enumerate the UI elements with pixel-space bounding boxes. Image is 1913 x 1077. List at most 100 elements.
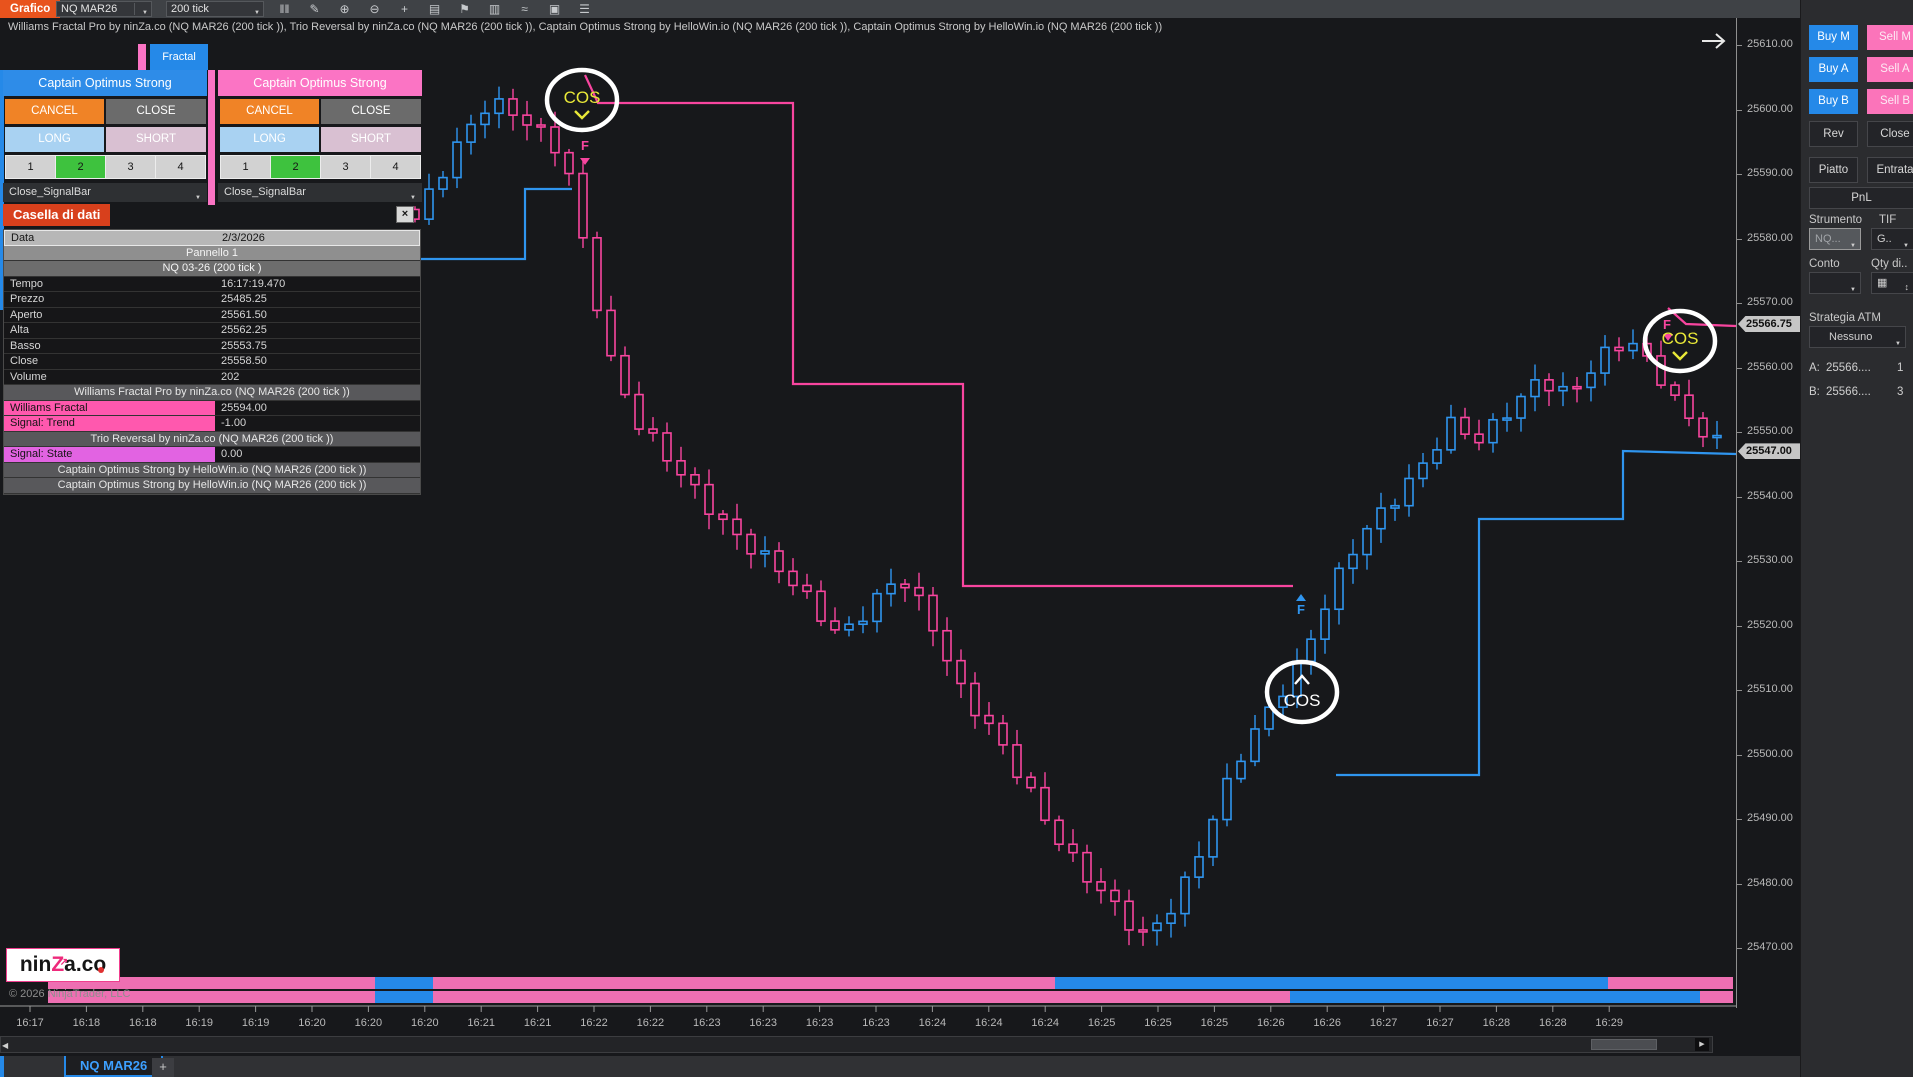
scrollbar-thumb[interactable] [1591, 1039, 1657, 1050]
price-axis[interactable]: 25610.0025600.0025590.0025580.0025570.00… [1736, 18, 1800, 1008]
svg-text:COS: COS [1662, 329, 1699, 348]
qty-button-1[interactable]: 1 [5, 155, 56, 179]
sell-ask-button[interactable]: Sell A [1867, 57, 1913, 82]
drawing-tools-icon[interactable]: ✎ [306, 2, 323, 16]
signal-strip-segment [375, 991, 433, 1003]
qty-button-3[interactable]: 3 [321, 155, 371, 179]
price-axis-tick [1737, 174, 1742, 175]
qty-button-2[interactable]: 2 [56, 155, 106, 179]
crosshair-icon[interactable]: + [396, 2, 413, 16]
chevron-down-icon: ▼ [254, 6, 260, 20]
databox-section-label: Williams Fractal Pro by ninZa.co (NQ MAR… [74, 385, 350, 400]
ask-row-qty: 1 [1897, 362, 1903, 374]
short-button[interactable]: SHORT [106, 127, 206, 152]
databox-row: Signal: Trend-1.00 [4, 416, 420, 432]
fractal-chip[interactable]: Fractal [150, 44, 208, 70]
qty-button-2[interactable]: 2 [271, 155, 321, 179]
curve-icon[interactable]: ≈ [516, 2, 533, 16]
short-button[interactable]: SHORT [321, 127, 421, 152]
indicator-icon[interactable]: ▥ [486, 2, 503, 16]
databox-row-label: Alta [4, 323, 215, 338]
time-axis[interactable]: 16:1716:1816:1816:1916:1916:2016:2016:20… [0, 1006, 1736, 1029]
price-axis-label: 25540.00 [1747, 490, 1793, 502]
flat-button[interactable]: Piatto [1809, 157, 1858, 183]
buy-mkt-button[interactable]: Buy M [1809, 25, 1858, 50]
chevron-down-icon: ▼ [1895, 334, 1901, 354]
databox-row-value: 25561.50 [215, 308, 420, 323]
scroll-right-icon[interactable]: ▶ [1695, 1038, 1709, 1051]
pan-right-arrow-icon[interactable] [1702, 34, 1724, 48]
signal-dropdown[interactable]: Close_SignalBar ▼ [218, 183, 422, 202]
databox-row-value: 25558.50 [215, 354, 420, 369]
databox-row: Alta25562.25 [4, 323, 420, 339]
data-box-icon[interactable]: ▤ [426, 2, 443, 16]
signal-strip-segment [433, 991, 1290, 1003]
close-icon[interactable]: × [396, 206, 414, 223]
time-axis-label: 16:21 [524, 1017, 552, 1029]
cancel-button[interactable]: CANCEL [5, 99, 104, 124]
sell-mkt-button[interactable]: Sell M [1867, 25, 1913, 50]
add-tab-button[interactable]: + [152, 1058, 174, 1077]
window-tab-grafico[interactable]: Grafico [0, 0, 60, 18]
buy-ask-button[interactable]: Buy A [1809, 57, 1858, 82]
reverse-button[interactable]: Rev [1809, 121, 1858, 147]
time-axis-label: 16:18 [73, 1017, 101, 1029]
zoom-out-icon[interactable]: ⊖ [366, 2, 383, 16]
arrow-up-right-icon: ↗ [60, 947, 68, 979]
close-button[interactable]: CLOSE [321, 99, 421, 124]
trail-line-pink [585, 75, 1293, 586]
time-axis-label: 16:28 [1483, 1017, 1511, 1029]
sell-bid-button[interactable]: Sell B [1867, 89, 1913, 114]
chart-style-icon[interactable]: ‖‖ [276, 2, 293, 16]
databox-row: Basso25553.75 [4, 339, 420, 355]
qty-label: Qty di.. [1871, 258, 1907, 270]
instrument-field[interactable]: NQ... ▼ [1809, 228, 1861, 250]
signal-strip-segment [433, 977, 1055, 989]
price-axis-label: 25590.00 [1747, 167, 1793, 179]
databox-row: Tempo16:17:19.470 [4, 277, 420, 293]
tab-nq-mar26[interactable]: NQ MAR26 [64, 1056, 163, 1077]
databox-section-label: NQ 03-26 (200 tick ) [162, 261, 261, 276]
pnl-button[interactable]: PnL [1809, 187, 1913, 209]
qty-button-3[interactable]: 3 [106, 155, 156, 179]
properties-icon[interactable]: ☰ [576, 2, 593, 16]
scroll-left-icon[interactable]: ◀ [2, 1041, 8, 1050]
instrument-field-value: NQ... [1815, 233, 1841, 245]
snapshot-icon[interactable]: ▣ [546, 2, 563, 16]
qty-button-4[interactable]: 4 [156, 155, 206, 179]
interval-selector[interactable]: 200 tick ▼ [166, 1, 264, 17]
instrument-selector[interactable]: NQ MAR26 ▼ [56, 1, 152, 17]
close-button[interactable]: CLOSE [106, 99, 206, 124]
quantity-buttons: 1 2 3 4 [5, 155, 206, 179]
databox-row: Williams Fractal25594.00 [4, 401, 420, 417]
tif-field[interactable]: G.. ▼ [1871, 228, 1913, 250]
zoom-in-icon[interactable]: ⊕ [336, 2, 353, 16]
horizontal-scrollbar[interactable] [0, 1036, 1713, 1053]
price-axis-label: 25530.00 [1747, 554, 1793, 566]
long-button[interactable]: LONG [220, 127, 319, 152]
qty-button-4[interactable]: 4 [371, 155, 421, 179]
price-axis-tick [1737, 755, 1742, 756]
databox-row-label: Tempo [4, 277, 215, 292]
price-axis-label: 25580.00 [1747, 232, 1793, 244]
databox-title[interactable]: Casella di dati [3, 204, 110, 226]
databox-row: Captain Optimus Strong by HelloWin.io (N… [4, 478, 420, 494]
time-axis-label: 16:24 [919, 1017, 947, 1029]
long-button[interactable]: LONG [5, 127, 104, 152]
qty-stepper[interactable]: ▦ ↕ [1871, 272, 1913, 294]
atm-strategy-dropdown[interactable]: Nessuno ▼ [1809, 326, 1906, 348]
signal-strip-segment [375, 977, 433, 989]
close-position-button[interactable]: Close [1867, 121, 1913, 147]
time-axis-label: 16:18 [129, 1017, 157, 1029]
time-axis-label: 16:26 [1313, 1017, 1341, 1029]
buy-bid-button[interactable]: Buy B [1809, 89, 1858, 114]
databox-row: Trio Reversal by ninZa.co (NQ MAR26 (200… [4, 432, 420, 448]
time-axis-label: 16:27 [1370, 1017, 1398, 1029]
entry-button[interactable]: Entrata [1867, 157, 1913, 183]
account-field[interactable]: ▼ [1809, 272, 1861, 294]
cancel-button[interactable]: CANCEL [220, 99, 319, 124]
qty-button-1[interactable]: 1 [220, 155, 271, 179]
signal-dropdown[interactable]: Close_SignalBar ▼ [3, 183, 207, 202]
alert-icon[interactable]: ⚑ [456, 2, 473, 16]
signal-strip-segment [1290, 991, 1700, 1003]
